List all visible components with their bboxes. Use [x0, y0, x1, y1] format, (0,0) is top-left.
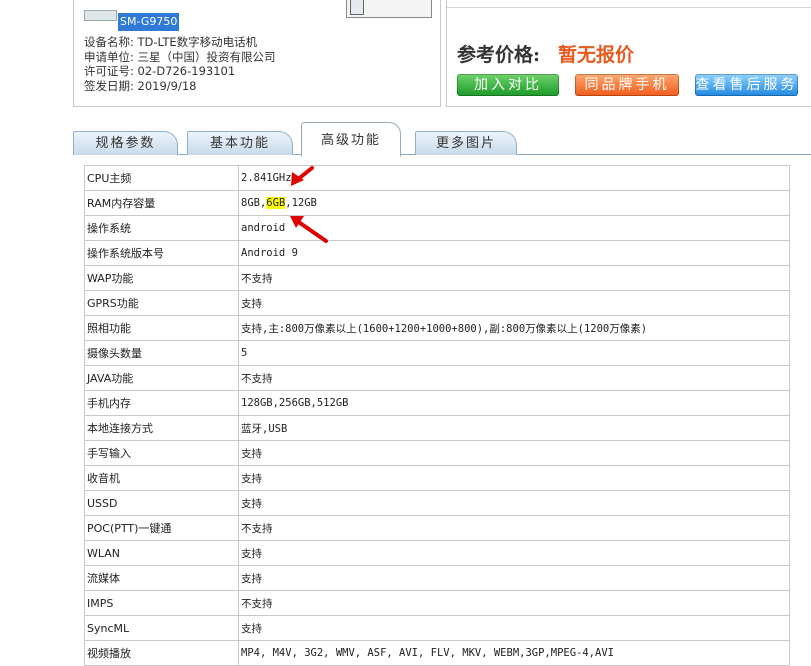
issue-date-line: 签发日期: 2019/9/18	[84, 78, 197, 93]
spec-key: 操作系统版本号	[84, 240, 239, 266]
spec-value-part: ,12GB	[285, 197, 317, 209]
price-panel: 参考价格: 暂无报价 加入对比 同品牌手机 查看售后服务	[446, 0, 811, 107]
table-row: SyncML 支持	[84, 615, 790, 641]
table-row: 流媒体 支持	[84, 565, 790, 591]
spec-value-part: 8GB,	[241, 197, 267, 209]
price-panel-topbar	[447, 0, 811, 8]
spec-key: CPU主频	[84, 165, 239, 191]
spec-value: 支持,主:800万像素以上(1600+1200+1000+800),副:800万…	[238, 315, 790, 341]
spec-value: 不支持	[238, 590, 790, 616]
spec-value: android	[238, 215, 790, 241]
spec-value: 支持	[238, 465, 790, 491]
spec-key: 手机内存	[84, 390, 239, 416]
spec-value: 5	[238, 340, 790, 366]
add-compare-button[interactable]: 加入对比	[457, 74, 559, 96]
after-sales-button[interactable]: 查看售后服务	[695, 74, 798, 96]
spec-key: USSD	[84, 490, 239, 516]
price-value: 暂无报价	[558, 44, 635, 66]
spec-key: POC(PTT)一键通	[84, 515, 239, 541]
spec-value: 不支持	[238, 515, 790, 541]
spec-value: 8GB,6GB,12GB	[238, 190, 790, 216]
spec-value: 不支持	[238, 365, 790, 391]
applicant-line: 申请单位: 三星（中国）投资有限公司	[84, 49, 276, 64]
table-row: 本地连接方式 蓝牙,USB	[84, 415, 790, 441]
spec-value: 支持	[238, 540, 790, 566]
spec-key: 本地连接方式	[84, 415, 239, 441]
table-row: USSD 支持	[84, 490, 790, 516]
table-row: CPU主频 2.841GHz	[84, 165, 790, 191]
spec-value: 支持	[238, 490, 790, 516]
spec-key: WLAN	[84, 540, 239, 566]
device-info-lines: 设备名称: TD-LTE数字移动电话机 申请单位: 三星（中国）投资有限公司 许…	[84, 35, 276, 93]
spec-key: GPRS功能	[84, 290, 239, 316]
license-line: 许可证号: 02-D726-193101	[84, 64, 236, 78]
spec-value: MP4, M4V, 3G2, WMV, ASF, AVI, FLV, MKV, …	[238, 640, 790, 666]
same-brand-button[interactable]: 同品牌手机	[575, 74, 679, 96]
tab-advanced-functions[interactable]: 高级功能	[301, 122, 401, 157]
spec-key: RAM内存容量	[84, 190, 239, 216]
table-row: 收音机 支持	[84, 465, 790, 491]
spec-key: 操作系统	[84, 215, 239, 241]
table-row: IMPS 不支持	[84, 590, 790, 616]
table-row: 操作系统 android	[84, 215, 790, 241]
spec-key: 收音机	[84, 465, 239, 491]
table-row: WLAN 支持	[84, 540, 790, 566]
spec-value: 支持	[238, 615, 790, 641]
device-model: SM-G9750	[118, 13, 180, 31]
seal-icon	[350, 0, 364, 15]
tab-more-images[interactable]: 更多图片	[415, 131, 517, 155]
table-row: 手机内存 128GB,256GB,512GB	[84, 390, 790, 416]
tab-specs[interactable]: 规格参数	[73, 131, 178, 155]
table-row: GPRS功能 支持	[84, 290, 790, 316]
table-row: 摄像头数量 5	[84, 340, 790, 366]
price-label: 参考价格:	[457, 44, 541, 66]
spec-value: Android 9	[238, 240, 790, 266]
table-row: POC(PTT)一键通 不支持	[84, 515, 790, 541]
spec-key: WAP功能	[84, 265, 239, 291]
spec-key: IMPS	[84, 590, 239, 616]
device-name-line: 设备名称: TD-LTE数字移动电话机	[84, 35, 258, 49]
tab-basic-functions[interactable]: 基本功能	[187, 131, 293, 155]
highlighted-value: 6GB	[266, 197, 286, 209]
spec-key: 流媒体	[84, 565, 239, 591]
spec-key: 手写输入	[84, 440, 239, 466]
spec-key: 摄像头数量	[84, 340, 239, 366]
spec-value: 128GB,256GB,512GB	[238, 390, 790, 416]
spec-key: 照相功能	[84, 315, 239, 341]
spec-value: 不支持	[238, 265, 790, 291]
samsung-logo-icon	[84, 10, 117, 21]
spec-value: 2.841GHz	[238, 165, 790, 191]
table-row: 视频播放 MP4, M4V, 3G2, WMV, ASF, AVI, FLV, M…	[84, 640, 790, 666]
table-row: 操作系统版本号 Android 9	[84, 240, 790, 266]
table-row: WAP功能 不支持	[84, 265, 790, 291]
table-row: 照相功能 支持,主:800万像素以上(1600+1200+1000+800),副:…	[84, 315, 790, 341]
spec-table: CPU主频 2.841GHz RAM内存容量 8GB,6GB,12GB 操作系统 andr…	[84, 165, 790, 666]
device-info-panel: SM-G9750 设备名称: TD-LTE数字移动电话机 申请单位: 三星（中国…	[73, 0, 441, 107]
spec-value: 支持	[238, 565, 790, 591]
spec-value: 蓝牙,USB	[238, 415, 790, 441]
certificate-seal	[346, 0, 432, 18]
spec-value: 支持	[238, 440, 790, 466]
spec-key: SyncML	[84, 615, 239, 641]
table-row: 手写输入 支持	[84, 440, 790, 466]
table-row: JAVA功能 不支持	[84, 365, 790, 391]
spec-key: JAVA功能	[84, 365, 239, 391]
spec-value: 支持	[238, 290, 790, 316]
spec-key: 视频播放	[84, 640, 239, 666]
table-row: RAM内存容量 8GB,6GB,12GB	[84, 190, 790, 216]
